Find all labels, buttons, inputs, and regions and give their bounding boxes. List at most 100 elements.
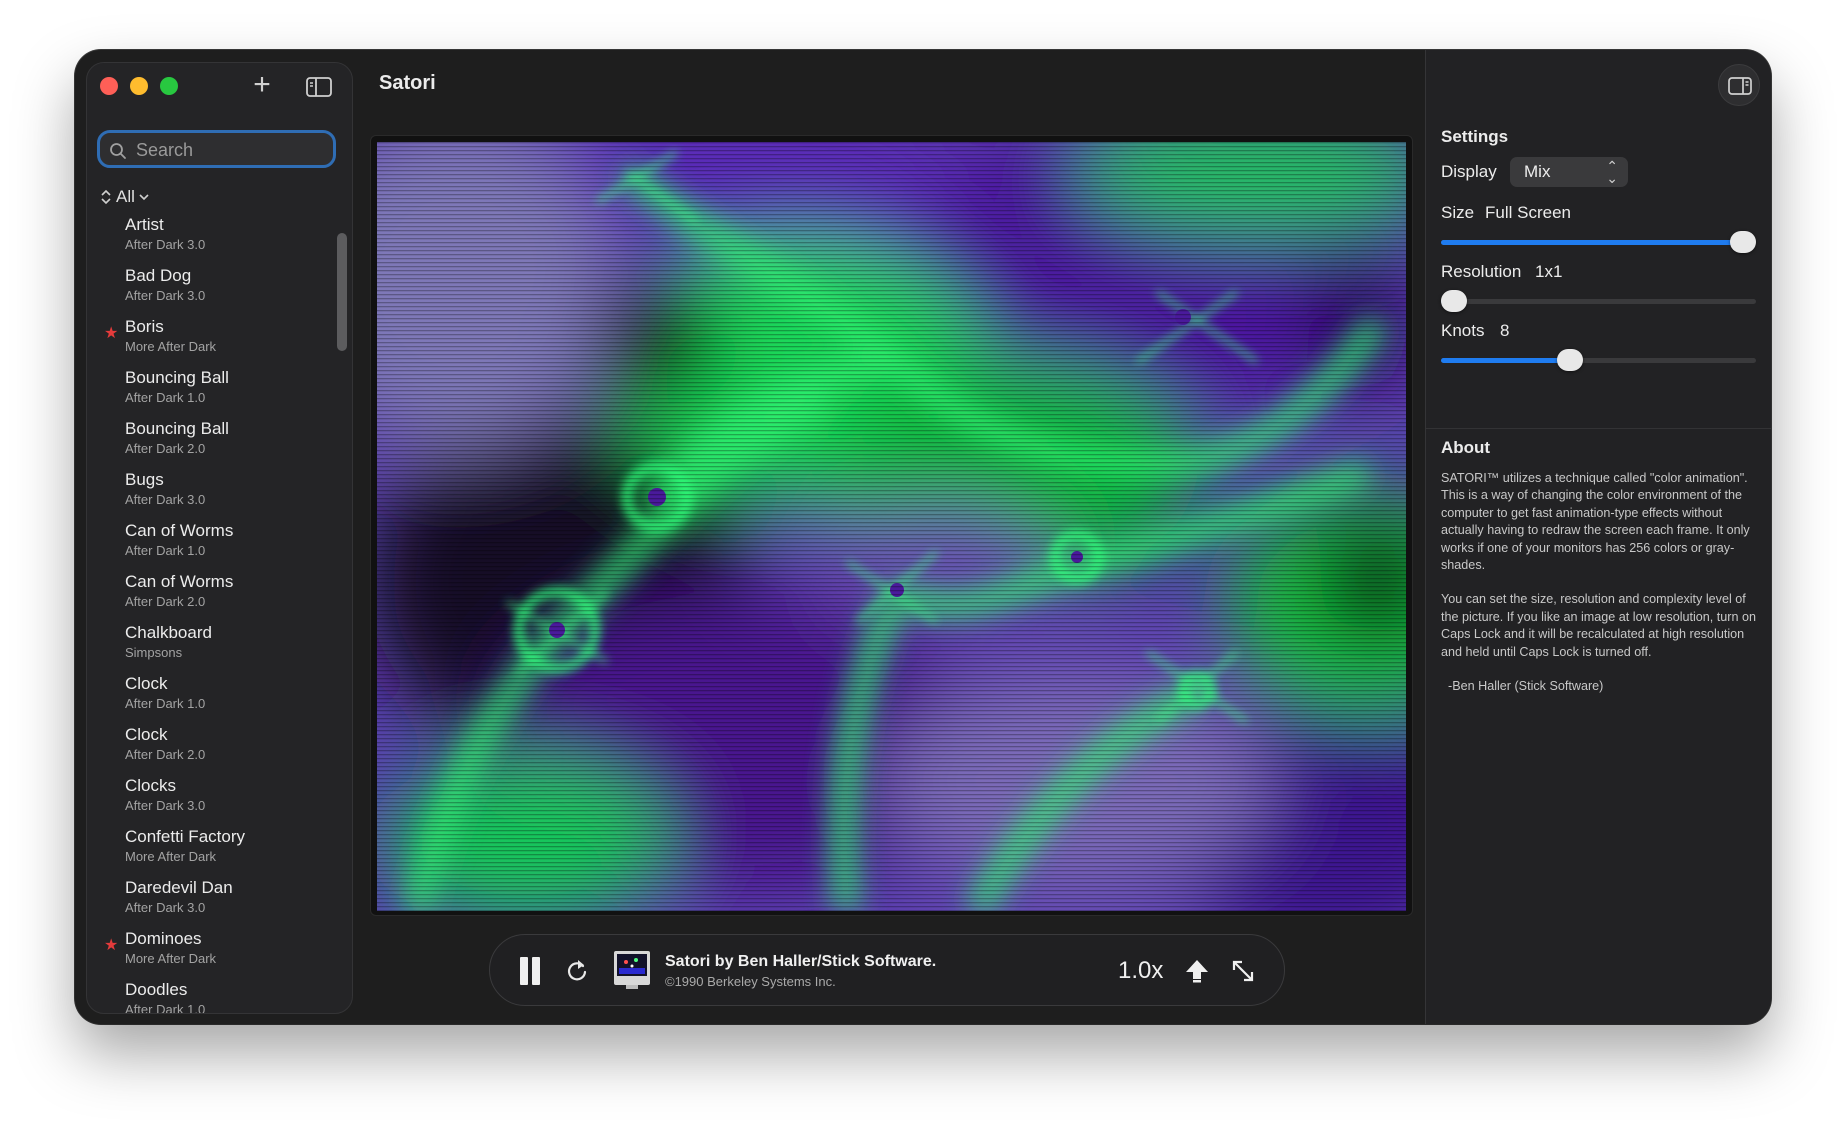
filter-label: All — [116, 187, 135, 206]
display-select-value: Mix — [1524, 162, 1551, 181]
size-slider[interactable] — [1441, 230, 1756, 254]
list-item[interactable]: Daredevil Dan After Dark 3.0 — [87, 874, 327, 925]
list-item[interactable]: ★ Boris More After Dark — [87, 313, 327, 364]
list-item-subtitle: After Dark 3.0 — [125, 900, 206, 915]
divider — [1426, 428, 1771, 429]
about-text: SATORI™ utilizes a technique called "col… — [1441, 470, 1761, 712]
favorite-star-icon: ★ — [104, 937, 119, 954]
inspector-toggle-button[interactable] — [1718, 64, 1760, 106]
list-item[interactable]: Clock After Dark 2.0 — [87, 721, 327, 772]
slider-knob[interactable] — [1730, 231, 1756, 253]
list-item-name: Dominoes — [125, 929, 202, 948]
inspector-panel: Settings Display Mix ⌃ ⌄ Size Full Screen… — [1425, 50, 1771, 1024]
sort-updown-icon — [101, 189, 111, 205]
zoom-window-button[interactable] — [160, 77, 178, 95]
list-item-name: Bouncing Ball — [125, 419, 229, 438]
filter-dropdown[interactable]: All — [100, 187, 149, 207]
list-item-subtitle: After Dark 1.0 — [125, 543, 206, 558]
search-icon — [109, 142, 127, 160]
list-item-subtitle: After Dark 1.0 — [125, 696, 206, 711]
display-label: Display — [1441, 162, 1497, 181]
list-item-subtitle: After Dark 3.0 — [125, 237, 206, 252]
slider-knob[interactable] — [1441, 290, 1467, 312]
knots-label: Knots — [1441, 321, 1485, 340]
restart-icon — [567, 960, 587, 981]
list-item[interactable]: Confetti Factory More After Dark — [87, 823, 327, 874]
list-item[interactable]: Can of Worms After Dark 2.0 — [87, 568, 327, 619]
restart-button[interactable] — [564, 957, 590, 985]
size-value: Full Screen — [1485, 203, 1571, 222]
list-item[interactable]: Doodles After Dark 1.0 — [87, 976, 327, 1014]
slider-knob[interactable] — [1556, 349, 1583, 371]
list-item-subtitle: After Dark 2.0 — [125, 594, 206, 609]
list-item-name: Bugs — [125, 470, 164, 489]
sidebar-toggle-icon[interactable] — [306, 77, 332, 97]
list-item[interactable]: Bugs After Dark 3.0 — [87, 466, 327, 517]
pause-icon — [520, 957, 528, 985]
list-item-name: Clocks — [125, 776, 177, 795]
list-item[interactable]: Bad Dog After Dark 3.0 — [87, 262, 327, 313]
list-item[interactable]: Artist After Dark 3.0 — [87, 211, 327, 262]
list-item-subtitle: After Dark 1.0 — [125, 1002, 206, 1014]
about-paragraph: SATORI™ utilizes a technique called "col… — [1441, 471, 1750, 573]
upload-arrow-icon — [1186, 960, 1208, 983]
close-window-button[interactable] — [100, 77, 118, 95]
list-item-name: Artist — [125, 215, 164, 234]
preview-frame — [370, 135, 1413, 916]
upload-button[interactable] — [1184, 957, 1210, 985]
search-input[interactable] — [134, 136, 328, 164]
updown-chevron-icon: ⌃ ⌄ — [1606, 158, 1618, 186]
list-item-name: Chalkboard — [125, 623, 212, 642]
list-item[interactable]: ★ Dominoes More After Dark — [87, 925, 327, 976]
knots-value: 8 — [1500, 321, 1510, 340]
favorite-star-icon: ★ — [104, 325, 119, 342]
playback-speed-button[interactable]: 1.0x — [1118, 957, 1163, 985]
list-item[interactable]: Clock After Dark 1.0 — [87, 670, 327, 721]
list-item-subtitle: More After Dark — [125, 951, 217, 966]
list-item-subtitle: After Dark 3.0 — [125, 798, 206, 813]
list-item-subtitle: After Dark 2.0 — [125, 747, 206, 762]
size-label: Size — [1441, 203, 1475, 222]
list-item-name: Bouncing Ball — [125, 368, 229, 387]
list-item-name: Confetti Factory — [125, 827, 245, 846]
player-title: Satori by Ben Haller/Stick Software. — [665, 953, 937, 970]
search-field[interactable] — [97, 130, 336, 168]
display-select[interactable]: Mix ⌃ ⌄ — [1510, 157, 1628, 187]
list-item-name: Clock — [125, 674, 168, 693]
list-item-name: Clock — [125, 725, 168, 744]
list-item-subtitle: After Dark 2.0 — [125, 441, 206, 456]
minimize-window-button[interactable] — [130, 77, 148, 95]
scrollbar-thumb[interactable] — [337, 233, 347, 351]
list-item-subtitle: After Dark 3.0 — [125, 492, 206, 507]
resolution-slider[interactable] — [1441, 289, 1756, 313]
list-item-name: Daredevil Dan — [125, 878, 233, 897]
sidebar: + All Artist After Dark 3.0 Bad Dog After D… — [86, 62, 353, 1014]
list-item-subtitle: After Dark 3.0 — [125, 288, 206, 303]
list-item[interactable]: Chalkboard Simpsons — [87, 619, 327, 670]
list-item[interactable]: Can of Worms After Dark 1.0 — [87, 517, 327, 568]
list-item-name: Can of Worms — [125, 521, 234, 540]
list-item-subtitle: More After Dark — [125, 339, 217, 354]
list-item[interactable]: Bouncing Ball After Dark 2.0 — [87, 415, 327, 466]
resolution-value: 1x1 — [1535, 262, 1563, 281]
list-item-subtitle: Simpsons — [125, 645, 183, 660]
add-icon[interactable]: + — [247, 70, 277, 101]
inspector-toggle-icon — [1728, 77, 1752, 95]
expand-icon — [1232, 960, 1254, 982]
screensaver-list: Artist After Dark 3.0 Bad Dog After Dark 3.… — [87, 211, 327, 1014]
player-copyright: ©1990 Berkeley Systems Inc. — [665, 974, 836, 989]
app-window: + All Artist After Dark 3.0 Bad Dog After D… — [75, 50, 1771, 1024]
about-heading: About — [1441, 438, 1491, 457]
pause-button[interactable] — [518, 957, 542, 985]
knots-slider[interactable] — [1441, 348, 1756, 372]
player-bar: Satori by Ben Haller/Stick Software. ©19… — [489, 934, 1285, 1006]
list-item-name: Doodles — [125, 980, 188, 999]
screensaver-preview[interactable] — [377, 142, 1406, 911]
list-item[interactable]: Clocks After Dark 3.0 — [87, 772, 327, 823]
list-item-subtitle: After Dark 1.0 — [125, 390, 206, 405]
list-item[interactable]: Bouncing Ball After Dark 1.0 — [87, 364, 327, 415]
sidebar-scrollbar[interactable] — [337, 233, 347, 1003]
settings-heading: Settings — [1441, 127, 1509, 146]
fullscreen-button[interactable] — [1230, 957, 1256, 985]
list-item-name: Boris — [125, 317, 164, 336]
